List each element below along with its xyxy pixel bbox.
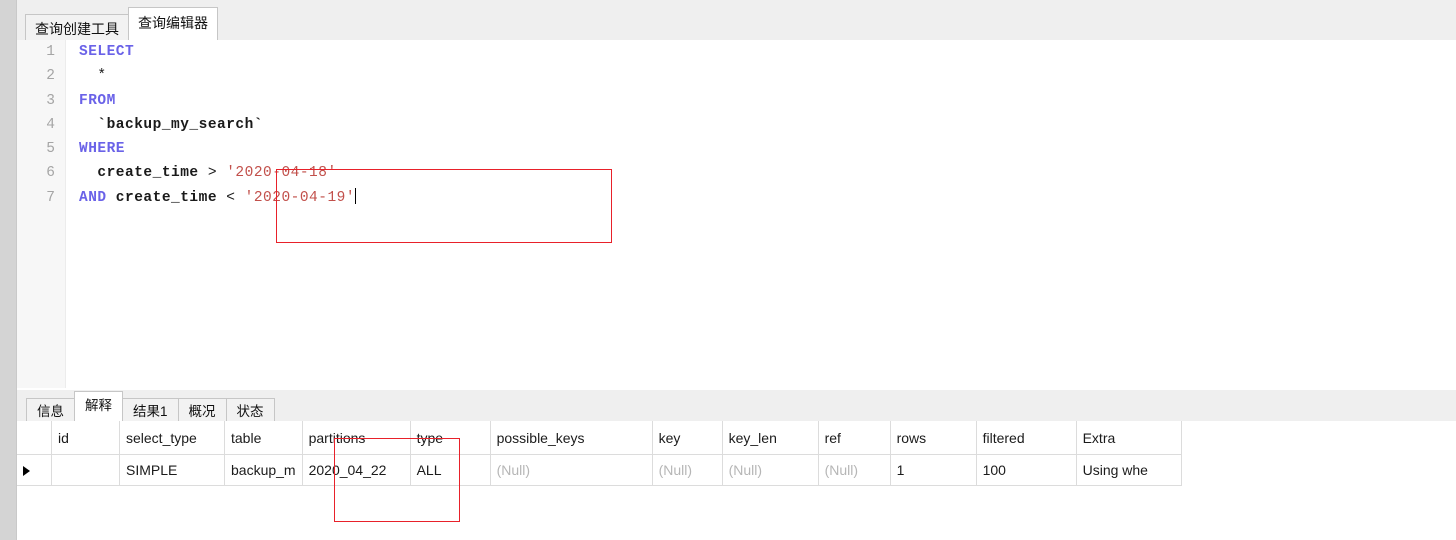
cell-id[interactable]: 1 — [51, 454, 120, 486]
column-header-possible-keys[interactable]: possible_keys — [490, 421, 653, 455]
tab-profile-label: 概况 — [188, 404, 216, 419]
editor-tabstrip: 查询创建工具 查询编辑器 — [17, 0, 1456, 43]
sql-keyword-from: FROM — [79, 92, 116, 109]
editor-tab-row: 查询创建工具 查询编辑器 — [25, 7, 218, 43]
sql-operator-gt: > — [207, 165, 227, 182]
column-header-filtered[interactable]: filtered — [976, 421, 1077, 455]
line-number: 3 — [46, 92, 55, 109]
current-row-triangle-icon — [23, 466, 30, 477]
sql-keyword-select: SELECT — [79, 44, 135, 60]
cell-table[interactable]: backup_m — [224, 454, 303, 486]
tab-result1-label: 结果1 — [133, 404, 168, 419]
sql-string-start-date: '2020-04-18' — [226, 165, 337, 182]
column-header-extra[interactable]: Extra — [1076, 421, 1182, 455]
row-selector-header — [17, 421, 52, 455]
column-header-partitions[interactable]: partitions — [302, 421, 411, 455]
explain-result-grid[interactable]: id select_type table partitions type pos… — [17, 421, 1456, 540]
explain-table: id select_type table partitions type pos… — [17, 421, 1182, 486]
line-number: 1 — [46, 44, 55, 60]
column-header-id[interactable]: id — [51, 421, 120, 455]
code-line-5: WHERE — [66, 137, 1456, 161]
window-left-gutter — [0, 0, 17, 540]
text-caret — [355, 187, 357, 204]
column-header-type[interactable]: type — [410, 421, 491, 455]
sql-keyword-and: AND — [79, 189, 107, 206]
sql-column-create-time-2: create_time — [106, 189, 227, 206]
sql-client-window: 查询创建工具 查询编辑器 1 2 3 4 5 6 7 SELECT * FROM… — [0, 0, 1456, 540]
column-header-ref[interactable]: ref — [818, 421, 891, 455]
line-number: 4 — [46, 116, 55, 133]
sql-table-reference: `backup_my_search` — [79, 116, 264, 133]
tab-query-editor[interactable]: 查询编辑器 — [128, 7, 218, 40]
code-line-3: FROM — [66, 89, 1456, 113]
sql-code-area[interactable]: SELECT * FROM `backup_my_search` WHERE c… — [66, 40, 1456, 388]
results-panel: 信息 解释 结果1 概况 状态 id select_type table par… — [17, 390, 1456, 540]
cell-key-len[interactable]: (Null) — [722, 454, 819, 486]
cell-extra[interactable]: Using whe — [1076, 454, 1182, 486]
sql-keyword-where: WHERE — [79, 141, 126, 158]
tab-explain[interactable]: 解释 — [74, 391, 123, 421]
line-number: 5 — [46, 141, 55, 158]
sql-editor-pane[interactable]: 1 2 3 4 5 6 7 SELECT * FROM `backup_my_s… — [17, 40, 1456, 388]
sql-column-create-time: create_time — [79, 165, 208, 182]
line-number-gutter: 1 2 3 4 5 6 7 — [17, 40, 66, 388]
tab-status-label: 状态 — [236, 404, 264, 419]
cell-filtered[interactable]: 100 — [976, 454, 1077, 486]
results-tabstrip: 信息 解释 结果1 概况 状态 — [17, 390, 1456, 424]
column-header-key[interactable]: key — [652, 421, 723, 455]
line-number: 7 — [46, 189, 55, 206]
code-line-2: * — [66, 64, 1456, 88]
sql-star: * — [79, 68, 107, 85]
tab-query-editor-label: 查询编辑器 — [138, 15, 208, 31]
cell-rows[interactable]: 1 — [890, 454, 977, 486]
column-header-rows[interactable]: rows — [890, 421, 977, 455]
line-number: 2 — [46, 68, 55, 85]
row-selector-cell[interactable] — [17, 454, 52, 486]
tab-query-builder-label: 查询创建工具 — [35, 21, 119, 37]
cell-ref[interactable]: (Null) — [818, 454, 891, 486]
column-header-table[interactable]: table — [224, 421, 303, 455]
cell-key[interactable]: (Null) — [652, 454, 723, 486]
line-number: 6 — [46, 165, 55, 182]
sql-operator-lt: < — [226, 189, 245, 206]
cell-select-type[interactable]: SIMPLE — [119, 454, 225, 486]
code-line-4: `backup_my_search` — [66, 113, 1456, 137]
cell-type[interactable]: ALL — [410, 454, 491, 486]
sql-string-end-date: '2020-04-19' — [244, 189, 356, 206]
results-tab-row: 信息 解释 结果1 概况 状态 — [26, 390, 275, 424]
tab-info-label: 信息 — [37, 404, 64, 419]
code-line-7: AND create_time < '2020-04-19' — [66, 186, 1456, 210]
column-header-key-len[interactable]: key_len — [722, 421, 819, 455]
table-header-row: id select_type table partitions type pos… — [17, 421, 1182, 455]
grid-empty-right-area — [1273, 452, 1456, 540]
code-line-6: create_time > '2020-04-18' — [66, 161, 1456, 185]
cell-possible-keys[interactable]: (Null) — [490, 454, 653, 486]
tab-explain-label: 解释 — [85, 398, 112, 413]
cell-partitions[interactable]: 2020_04_22 — [302, 454, 411, 486]
tab-query-builder[interactable]: 查询创建工具 — [25, 14, 129, 43]
code-line-1: SELECT — [66, 40, 1456, 64]
column-header-select-type[interactable]: select_type — [119, 421, 225, 455]
table-row[interactable]: 1 SIMPLE backup_m 2020_04_22 ALL (Null) … — [17, 454, 1182, 486]
